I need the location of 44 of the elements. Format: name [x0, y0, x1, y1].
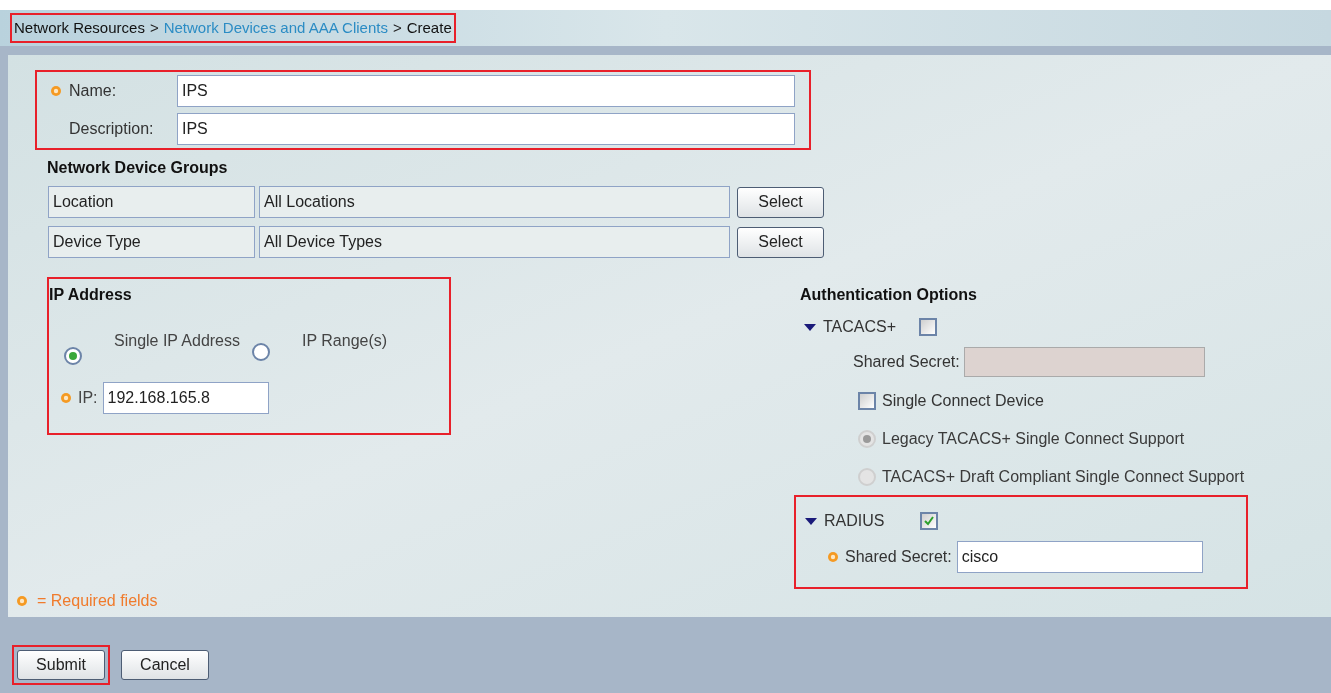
input-field[interactable]: 192.168.165.8 — [102, 382, 269, 414]
checkbox[interactable] — [920, 512, 938, 530]
section-title: Network Device Groups — [47, 158, 229, 178]
checkbox[interactable] — [858, 392, 876, 410]
breadcrumb-item: Create — [406, 17, 452, 38]
option-label: Single IP Address — [114, 331, 240, 351]
option-label: TACACS+ — [823, 317, 898, 337]
select-button[interactable]: Select — [737, 226, 824, 258]
input-field[interactable]: IPS — [177, 113, 795, 145]
breadcrumb-item: Network Resources — [14, 17, 145, 38]
checkbox[interactable] — [919, 318, 937, 336]
caret-icon[interactable] — [803, 322, 817, 332]
action-button[interactable]: Cancel — [121, 650, 209, 680]
field-label: Shared Secret: — [853, 352, 960, 372]
select-button[interactable]: Select — [737, 186, 824, 218]
table-cell: Location — [48, 186, 255, 218]
section-title: IP Address — [49, 285, 133, 305]
field-label: Name: — [69, 81, 118, 101]
legend-text: = Required fields — [37, 591, 158, 611]
option-label: Single Connect Device — [882, 391, 1044, 411]
radio-button[interactable] — [64, 347, 82, 365]
field-label: IP: — [78, 388, 98, 408]
option-label: TACACS+ Draft Compliant Single Connect Support — [882, 467, 1245, 487]
input-field[interactable]: cisco — [956, 541, 1203, 573]
option-label: IP Range(s) — [302, 331, 388, 351]
option-label: RADIUS — [824, 511, 886, 531]
field-label: Shared Secret: — [845, 547, 952, 567]
breadcrumb-separator: > — [392, 17, 402, 38]
action-button[interactable]: Submit — [17, 650, 105, 680]
section-title: Authentication Options — [800, 285, 978, 305]
table-cell: All Device Types — [259, 226, 730, 258]
option-label: Legacy TACACS+ Single Connect Support — [882, 429, 1185, 449]
field-label: Description: — [69, 119, 155, 139]
required-icon — [59, 391, 73, 405]
radio-button[interactable] — [252, 343, 270, 361]
required-icon — [15, 594, 29, 608]
input-field[interactable]: IPS — [177, 75, 795, 107]
table-cell: Device Type — [48, 226, 255, 258]
caret-icon[interactable] — [804, 516, 818, 526]
required-icon — [49, 84, 63, 98]
breadcrumb-separator: > — [149, 17, 159, 38]
table-cell: All Locations — [259, 186, 730, 218]
check-icon — [923, 515, 935, 527]
required-icon — [826, 550, 840, 564]
